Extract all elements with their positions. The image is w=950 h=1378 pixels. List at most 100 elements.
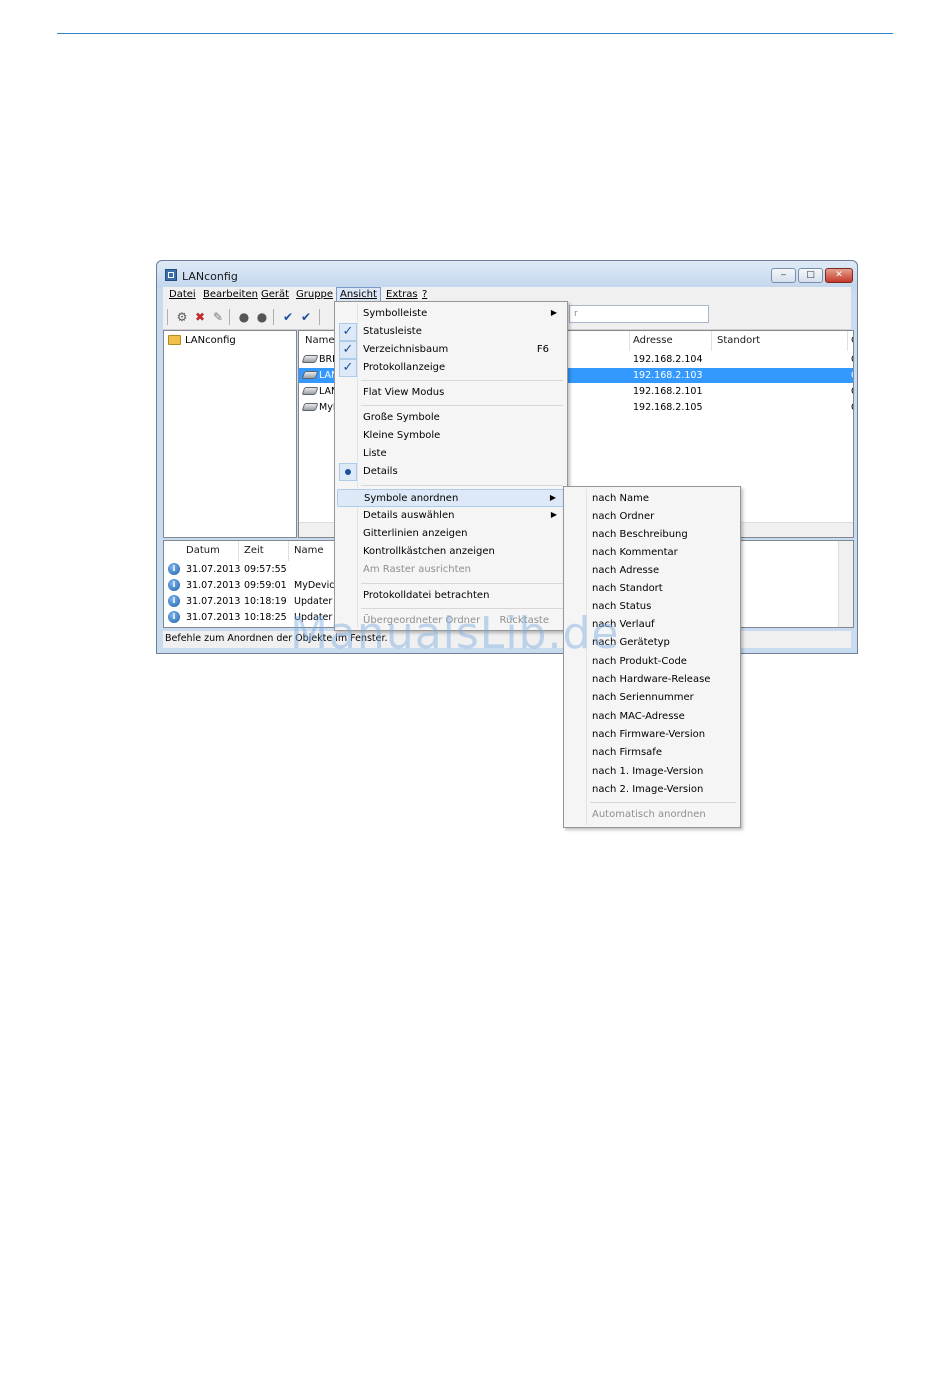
sort-by-firmsafe[interactable]: nach Firmsafe	[566, 744, 738, 762]
menu-ansicht[interactable]: Ansicht	[336, 287, 381, 302]
auto-arrange: Automatisch anordnen	[566, 806, 738, 824]
menu-item-label: Protokollanzeige	[363, 362, 446, 373]
device-extra: C	[851, 354, 853, 365]
sort-by-produkt-code[interactable]: nach Produkt-Code	[566, 653, 738, 671]
menu-separator	[361, 405, 563, 406]
column-header-location[interactable]: Standort	[717, 335, 760, 346]
sort-by-hardware-release[interactable]: nach Hardware-Release	[566, 671, 738, 689]
menu-separator	[590, 802, 736, 803]
sort-by-geraetetyp[interactable]: nach Gerätetyp	[566, 634, 738, 652]
sort-by-firmware-version[interactable]: nach Firmware-Version	[566, 726, 738, 744]
sort-by-ordner[interactable]: nach Ordner	[566, 508, 738, 526]
menu-item-label: Flat View Modus	[363, 387, 445, 398]
sort-by-image-version-1[interactable]: nach 1. Image-Version	[566, 763, 738, 781]
menu-item-symbolleiste[interactable]: Symbolleiste ▶	[337, 305, 565, 323]
menu-bearbeiten[interactable]: Bearbeiten	[203, 289, 258, 300]
menu-help[interactable]: ?	[422, 289, 427, 300]
menu-item-kleine-symbole[interactable]: Kleine Symbole	[337, 427, 565, 445]
maximize-button[interactable]: □	[798, 268, 823, 283]
title-bar[interactable]: LANconfig ‒ □ ✕	[157, 261, 857, 289]
log-time: 09:57:55	[244, 564, 287, 575]
sort-by-kommentar[interactable]: nach Kommentar	[566, 544, 738, 562]
app-icon	[165, 269, 177, 281]
menu-geraet[interactable]: Gerät	[261, 289, 289, 300]
checkmark-icon: ✓	[339, 359, 357, 377]
check-all-icon[interactable]: ✔	[299, 311, 313, 323]
menu-item-label: Übergeordneter Ordner	[363, 615, 481, 626]
submenu-arrow-icon: ▶	[550, 510, 557, 519]
close-button[interactable]: ✕	[825, 268, 853, 283]
minimize-button[interactable]: ‒	[771, 268, 796, 283]
menu-item-label: nach Firmsafe	[592, 747, 662, 758]
menu-gruppe[interactable]: Gruppe	[296, 289, 333, 300]
menu-datei[interactable]: Datei	[169, 289, 196, 300]
menu-item-label: nach Adresse	[592, 565, 660, 576]
search-input[interactable]: r	[569, 305, 709, 323]
check-icon[interactable]: ✔	[281, 311, 295, 323]
vertical-scrollbar[interactable]	[838, 541, 853, 627]
sort-by-seriennummer[interactable]: nach Seriennummer	[566, 689, 738, 707]
symbole-anordnen-submenu: nach Name nach Ordner nach Beschreibung …	[563, 486, 741, 828]
sort-by-status[interactable]: nach Status	[566, 598, 738, 616]
sort-by-verlauf[interactable]: nach Verlauf	[566, 616, 738, 634]
menu-item-grosse-symbole[interactable]: Große Symbole	[337, 409, 565, 427]
menu-item-label: Details auswählen	[363, 510, 455, 521]
column-divider	[847, 331, 848, 351]
status-bar: Befehle zum Anordnen der Objekte im Fens…	[163, 631, 851, 648]
menu-extras[interactable]: Extras	[386, 289, 418, 300]
info-icon: i	[168, 563, 180, 575]
menu-item-label: nach Standort	[592, 583, 663, 594]
log-name: Updater	[294, 596, 333, 607]
properties-icon[interactable]: ✎	[211, 311, 225, 323]
menu-item-protokollanzeige[interactable]: ✓ Protokollanzeige	[337, 359, 565, 377]
new-device-icon[interactable]: ⚙	[175, 311, 189, 323]
sort-by-name[interactable]: nach Name	[566, 490, 738, 508]
menu-item-label: Große Symbole	[363, 412, 440, 423]
column-header-more[interactable]: C	[851, 335, 853, 346]
info-icon: i	[168, 611, 180, 623]
log-header-date[interactable]: Datum	[186, 545, 220, 556]
checkmark-icon: ✓	[339, 341, 357, 359]
sort-by-adresse[interactable]: nach Adresse	[566, 562, 738, 580]
menu-item-gitterlinien[interactable]: Gitterlinien anzeigen	[337, 525, 565, 543]
device-address: 192.168.2.101	[633, 386, 703, 397]
log-date: 31.07.2013	[186, 596, 241, 607]
menu-item-label: nach Hardware-Release	[592, 674, 711, 685]
menu-item-label: Kontrollkästchen anzeigen	[363, 546, 495, 557]
toolbar-separator	[319, 309, 320, 325]
menu-item-label: Details	[363, 466, 398, 477]
menu-item-label: Gitterlinien anzeigen	[363, 528, 468, 539]
menu-item-protokolldatei[interactable]: Protokolldatei betrachten	[337, 587, 565, 605]
submenu-arrow-icon: ▶	[550, 308, 557, 317]
column-header-name[interactable]: Name	[305, 335, 335, 346]
menu-item-symbole-anordnen[interactable]: Symbole anordnen ▶	[337, 489, 565, 507]
delete-device-icon[interactable]: ✖	[193, 311, 207, 323]
menu-shortcut: F6	[536, 344, 549, 355]
menu-separator	[361, 583, 563, 584]
menu-item-verzeichnisbaum[interactable]: ✓ Verzeichnisbaum F6	[337, 341, 565, 359]
menu-item-statusleiste[interactable]: ✓ Statusleiste	[337, 323, 565, 341]
log-header-name[interactable]: Name	[294, 545, 324, 556]
menu-item-label: nach 2. Image-Version	[592, 784, 704, 795]
menu-item-details[interactable]: Details	[337, 463, 565, 481]
sort-by-standort[interactable]: nach Standort	[566, 580, 738, 598]
sort-by-image-version-2[interactable]: nach 2. Image-Version	[566, 781, 738, 799]
column-header-address[interactable]: Adresse	[633, 335, 673, 346]
menu-item-liste[interactable]: Liste	[337, 445, 565, 463]
device-address: 192.168.2.104	[633, 354, 703, 365]
menu-item-label: Statusleiste	[363, 326, 422, 337]
tree-item-lanconfig[interactable]: LANconfig	[168, 333, 236, 347]
menu-item-details-auswaehlen[interactable]: Details auswählen ▶	[337, 507, 565, 525]
menu-item-uebergeordneter-ordner: Übergeordneter Ordner Rücktaste	[337, 612, 565, 630]
menu-separator	[361, 380, 563, 381]
menu-item-am-raster: Am Raster ausrichten	[337, 561, 565, 579]
stop-icon[interactable]: ●	[237, 311, 251, 323]
menu-item-kontrollkaestchen[interactable]: Kontrollkästchen anzeigen	[337, 543, 565, 561]
stop-all-icon[interactable]: ●	[255, 311, 269, 323]
log-header-time[interactable]: Zeit	[244, 545, 264, 556]
sort-by-mac-adresse[interactable]: nach MAC-Adresse	[566, 708, 738, 726]
menu-item-flat-view[interactable]: Flat View Modus	[337, 384, 565, 402]
sort-by-beschreibung[interactable]: nach Beschreibung	[566, 526, 738, 544]
device-icon	[301, 355, 319, 363]
radio-dot-icon	[339, 463, 357, 481]
